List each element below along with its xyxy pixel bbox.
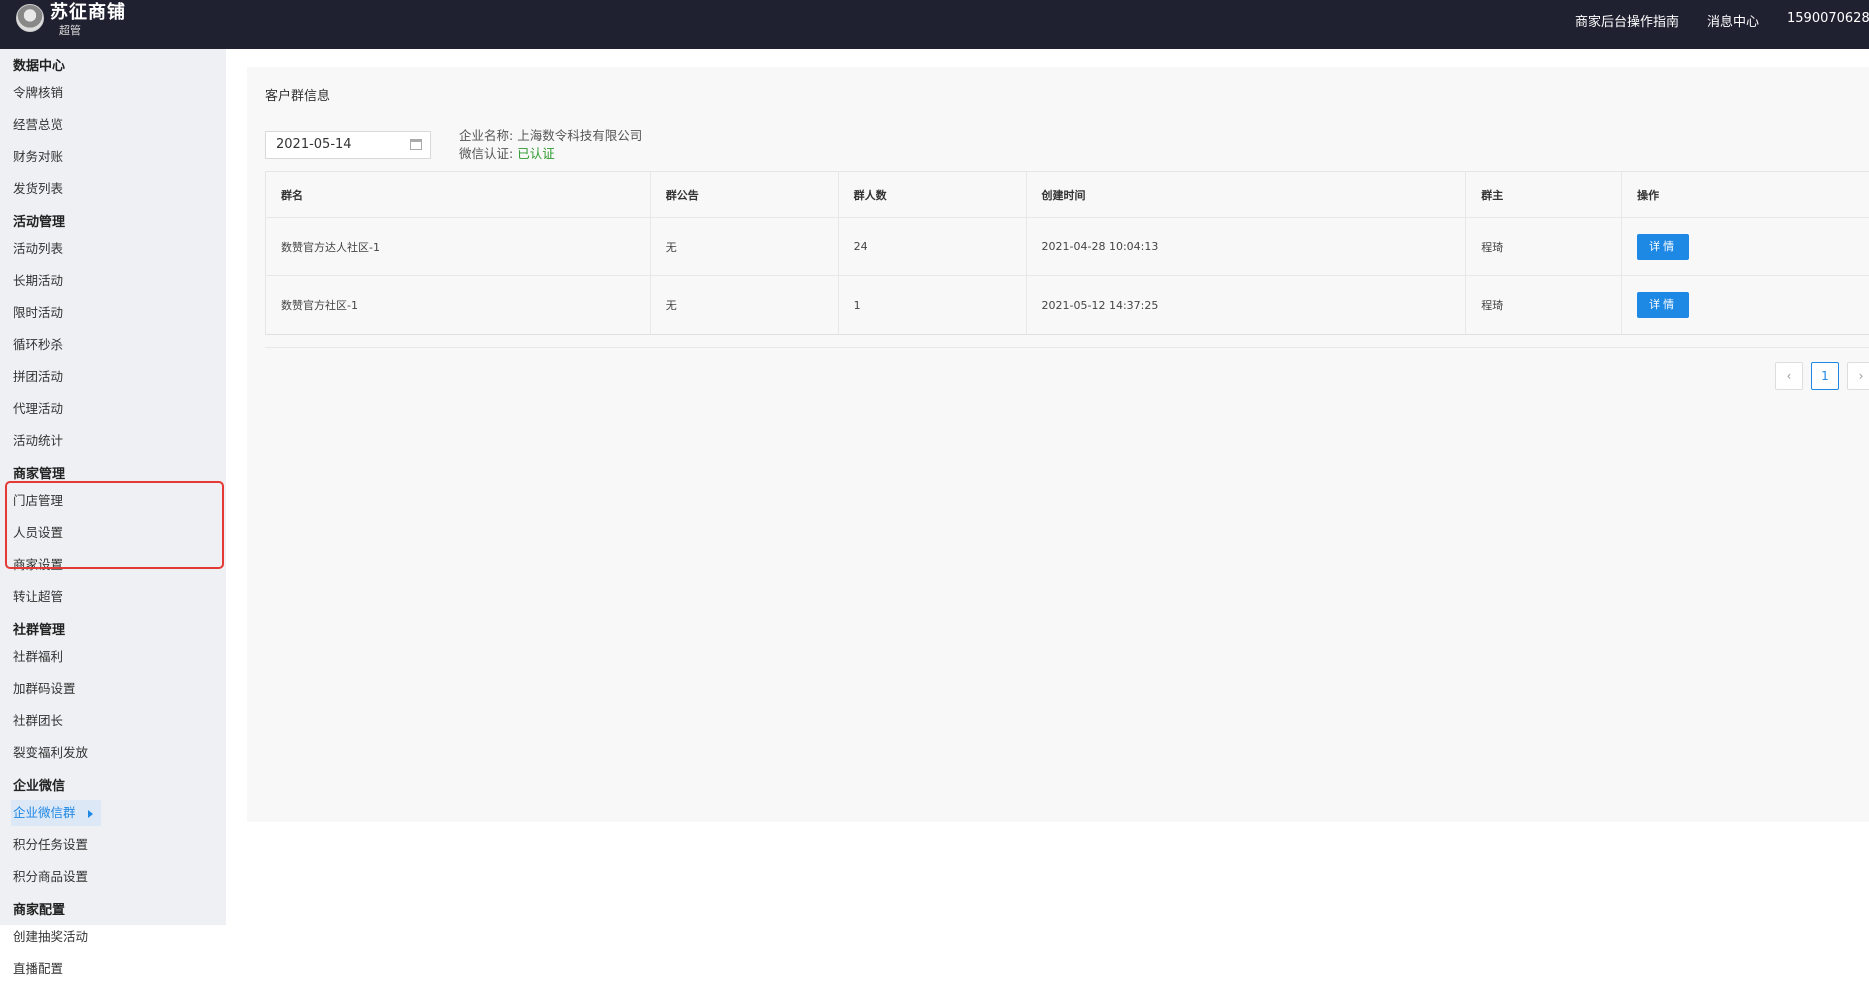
next-page-button[interactable]: › [1847,362,1869,390]
section-enterprise-wechat: 企业微信 企业微信群 积分任务设置 积分商品设置 [0,777,226,893]
message-center-link[interactable]: 消息中心 [1707,11,1759,30]
date-picker[interactable]: 2021-05-14 [265,131,431,159]
detail-button[interactable]: 详情 [1637,233,1690,260]
user-role: 超管 [59,24,81,37]
table-header: 群名 群公告 群人数 创建时间 群主 操作 [266,172,1869,218]
divider [265,347,1869,348]
section-community: 社群管理 社群福利 加群码设置 社群团长 裂变福利发放 [0,621,226,769]
sidebar-item-flash-sale[interactable]: 循环秒杀 [13,329,124,361]
column-header: 群主 [1466,172,1623,217]
sidebar-item-token-verify[interactable]: 令牌核销 [13,77,124,109]
page-title: 客户群信息 [265,89,331,104]
group-name-cell: 数赞官方社区-1 [266,276,651,334]
sidebar-item-community-benefits[interactable]: 社群福利 [13,641,124,673]
top-bar: 苏征商铺 超管 商家后台操作指南 消息中心 15900706285 [0,0,1869,49]
column-header: 操作 [1637,188,1660,202]
sidebar-item-label: 企业微信群 [13,805,76,820]
sidebar-item-shipping-list[interactable]: 发货列表 [13,173,124,205]
section-title: 数据中心 [13,59,66,74]
highlight-box [5,481,224,569]
section-merchant-config: 商家配置 创建抽奖活动 直播配置 [0,901,226,985]
calendar-icon[interactable] [410,139,422,150]
sidebar-item-agent-activity[interactable]: 代理活动 [13,393,124,425]
table-row: 数赞官方社区-1 无 1 2021-05-12 14:37:25 程琦 详情 [266,276,1869,334]
created-cell: 2021-04-28 10:04:13 [1027,218,1467,275]
company-name: 上海数令科技有限公司 [517,128,643,143]
sidebar-item-live-config[interactable]: 直播配置 [13,953,124,985]
detail-button[interactable]: 详情 [1637,292,1690,318]
section-title: 商家配置 [13,903,66,918]
owner-cell: 程琦 [1466,276,1623,334]
main-panel: 客户群信息 2021-05-14 企业名称: 上海数令科技有限公司 微信认证: … [247,67,1869,822]
sidebar-item-limited-activity[interactable]: 限时活动 [13,297,124,329]
sidebar-item-points-task-settings[interactable]: 积分任务设置 [13,829,124,861]
sidebar-item-activity-stats[interactable]: 活动统计 [13,425,124,457]
sidebar-item-transfer-admin[interactable]: 转让超管 [13,581,124,613]
section-data-center: 数据中心 令牌核销 经营总览 财务对账 发货列表 [0,57,226,205]
company-info: 企业名称: 上海数令科技有限公司 微信认证: 已认证 [459,127,642,163]
brand[interactable]: 苏征商铺 超管 [16,2,126,38]
section-title: 活动管理 [13,215,66,230]
operation-guide-link[interactable]: 商家后台操作指南 [1575,11,1679,30]
action-cell: 详情 [1622,218,1869,275]
created-cell: 2021-05-12 14:37:25 [1027,276,1467,334]
wechat-status: 已认证 [517,146,555,161]
members-cell: 1 [839,276,1027,334]
user-account[interactable]: 15900706285 [1787,11,1869,30]
avatar[interactable] [16,4,44,32]
members-cell: 24 [839,218,1027,275]
page-1-button[interactable]: 1 [1811,362,1839,390]
sidebar-item-activity-list[interactable]: 活动列表 [13,233,124,265]
sidebar-item-finance-reconcile[interactable]: 财务对账 [13,141,124,173]
sidebar-item-enterprise-wechat-group[interactable]: 企业微信群 [11,797,124,829]
column-header: 群公告 [651,172,839,217]
notice-cell: 无 [651,218,839,275]
sidebar-item-create-lottery[interactable]: 创建抽奖活动 [13,921,124,953]
section-activity: 活动管理 活动列表 长期活动 限时活动 循环秒杀 拼团活动 代理活动 活动统计 [0,213,226,457]
sidebar-item-community-leader[interactable]: 社群团长 [13,705,124,737]
sidebar-item-fission-benefits[interactable]: 裂变福利发放 [13,737,124,769]
notice-cell: 无 [651,276,839,334]
caret-right-icon [87,809,93,818]
column-header: 群人数 [839,172,1027,217]
action-cell: 详情 [1622,276,1869,334]
pagination: ‹ 1 › [1775,362,1869,390]
company-label: 企业名称: [459,128,514,143]
sidebar-item-group-code-settings[interactable]: 加群码设置 [13,673,124,705]
sidebar-item-group-buy[interactable]: 拼团活动 [13,361,124,393]
column-header: 创建时间 [1027,172,1467,217]
wechat-label: 微信认证: [459,146,514,161]
section-title: 社群管理 [13,623,66,638]
sidebar-item-business-overview[interactable]: 经营总览 [13,109,124,141]
sidebar-item-long-term-activity[interactable]: 长期活动 [13,265,124,297]
column-header: 群名 [266,172,651,217]
owner-cell: 程琦 [1466,218,1623,275]
prev-page-button[interactable]: ‹ [1775,362,1803,390]
section-title: 企业微信 [13,779,66,794]
date-value: 2021-05-14 [276,137,352,152]
sidebar-item-points-goods-settings[interactable]: 积分商品设置 [13,861,124,893]
group-name-cell: 数赞官方达人社区-1 [266,218,651,275]
group-table: 群名 群公告 群人数 创建时间 群主 操作 数赞官方达人社区-1 无 24 20… [265,171,1869,335]
table-row: 数赞官方达人社区-1 无 24 2021-04-28 10:04:13 程琦 详… [266,218,1869,276]
shop-name: 苏征商铺 [50,2,126,23]
